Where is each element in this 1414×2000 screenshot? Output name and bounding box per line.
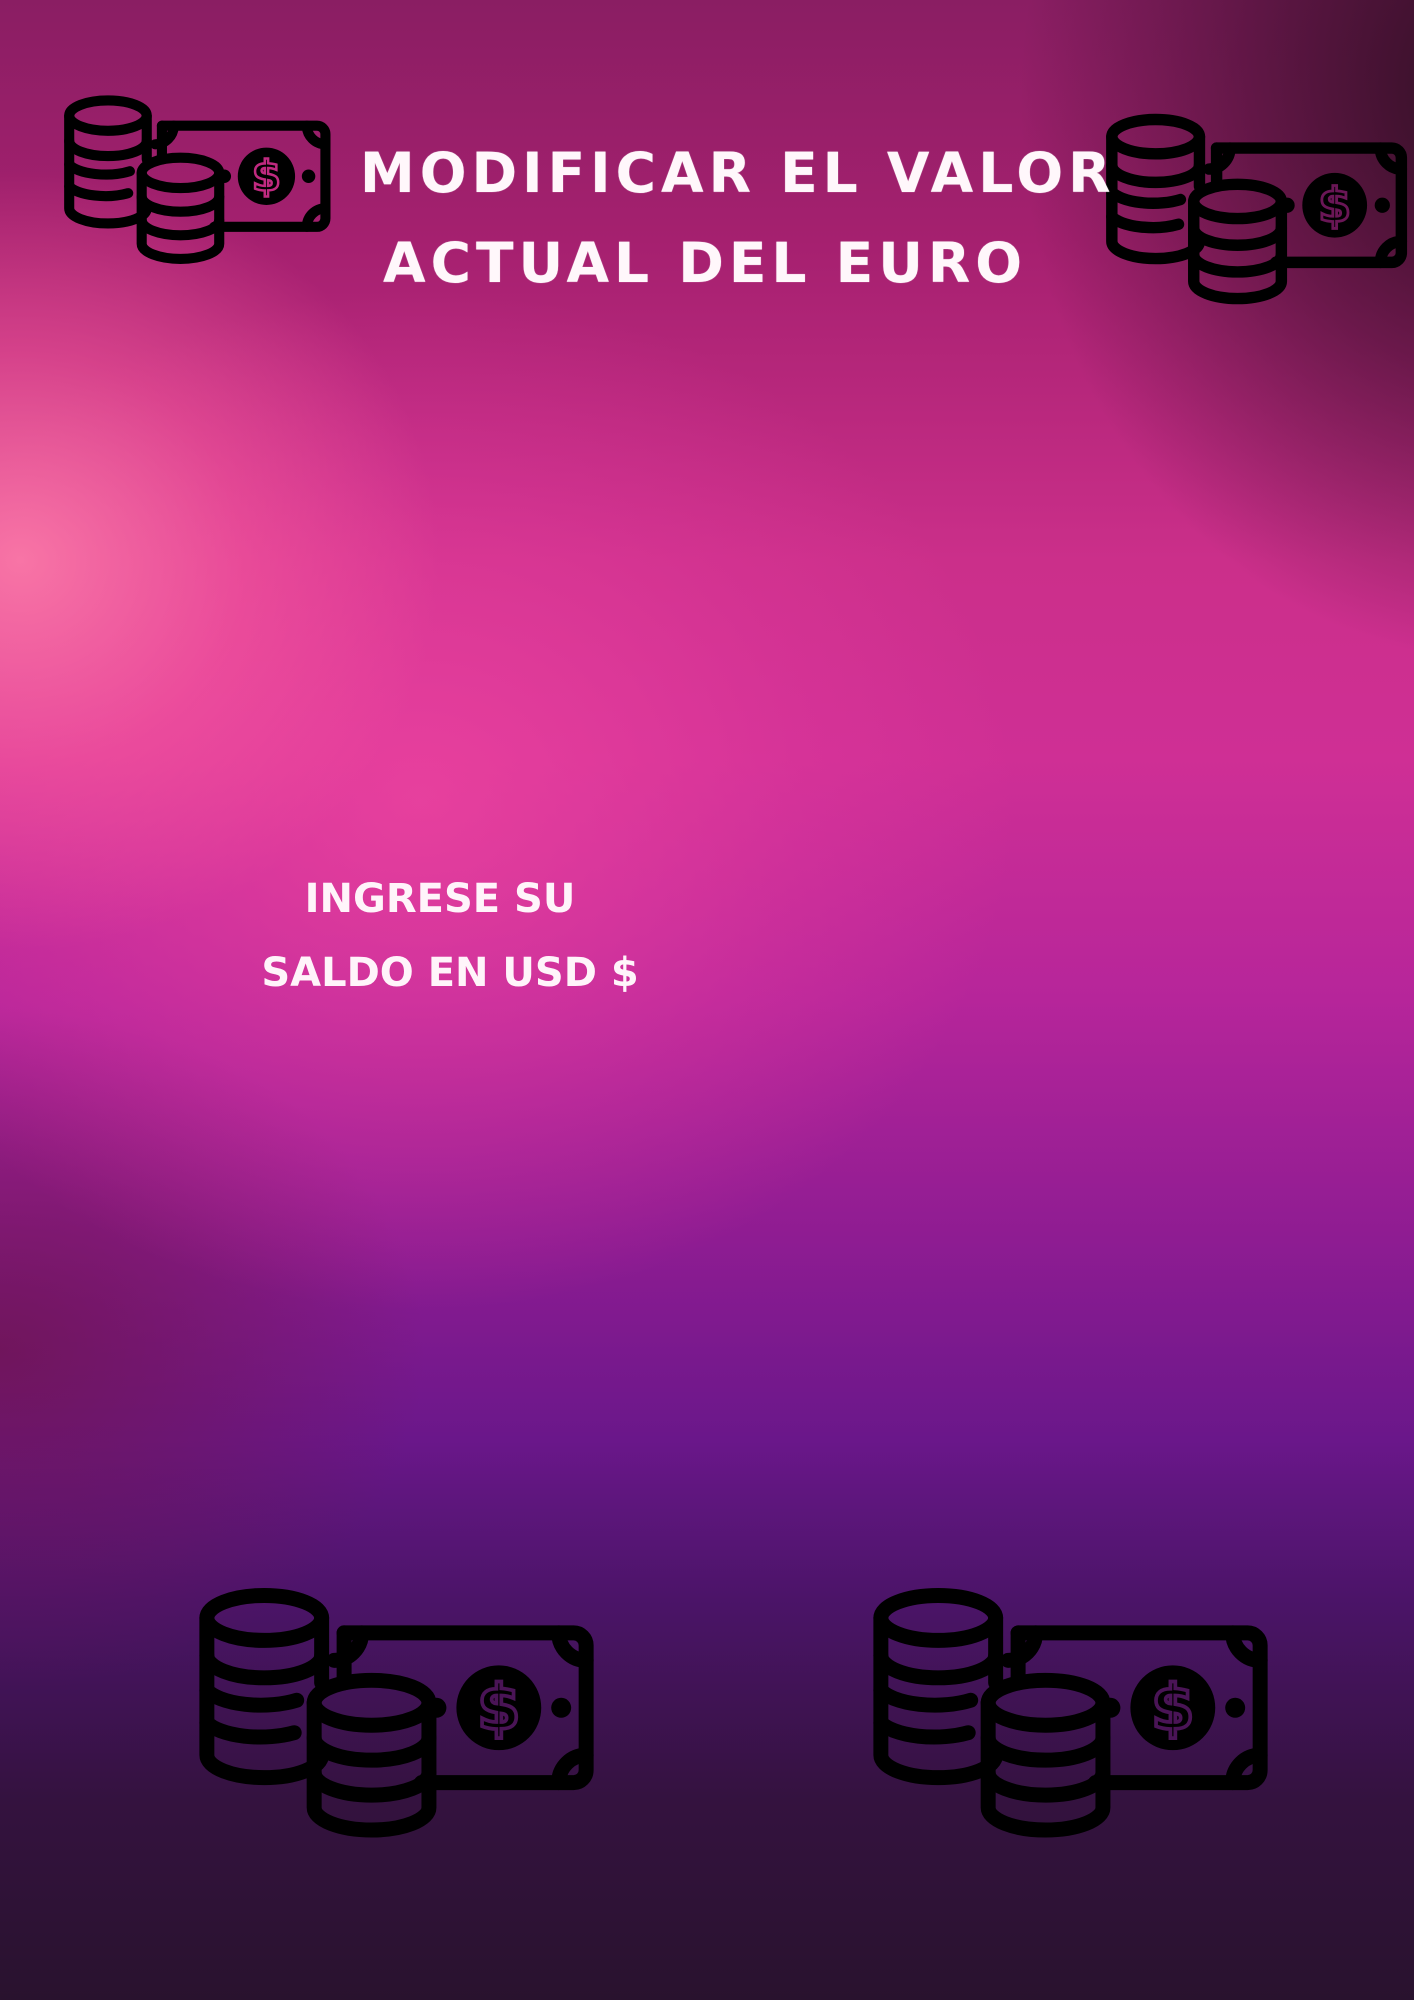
dollar-sign-icon: $ — [1151, 1671, 1194, 1744]
page-title: MODIFICAR EL VALOR ACTUAL DEL EURO — [360, 128, 1116, 308]
coins-and-banknote-icon: $ — [873, 1587, 1268, 1838]
dollar-sign-icon: $ — [252, 152, 281, 201]
page-title-line-1: MODIFICAR EL VALOR — [360, 141, 1116, 205]
coins-and-banknote-icon: $ — [199, 1587, 594, 1838]
page-title-line-2: ACTUAL DEL EURO — [383, 231, 1027, 295]
dollar-sign-icon: $ — [477, 1671, 520, 1744]
balance-prompt: INGRESE SU SALDO EN USD $ — [250, 862, 650, 1010]
balance-prompt-line-2: SALDO EN USD $ — [261, 950, 639, 996]
balance-prompt-line-1: INGRESE SU — [304, 876, 576, 922]
dollar-sign-icon: $ — [1318, 178, 1351, 233]
coins-and-banknote-icon: $ — [64, 95, 331, 264]
coins-and-banknote-icon: $ — [1106, 113, 1408, 305]
currency-screen: $ $ $ $ MODIFICAR EL VALOR ACTUAL DEL EU… — [0, 0, 1414, 2000]
